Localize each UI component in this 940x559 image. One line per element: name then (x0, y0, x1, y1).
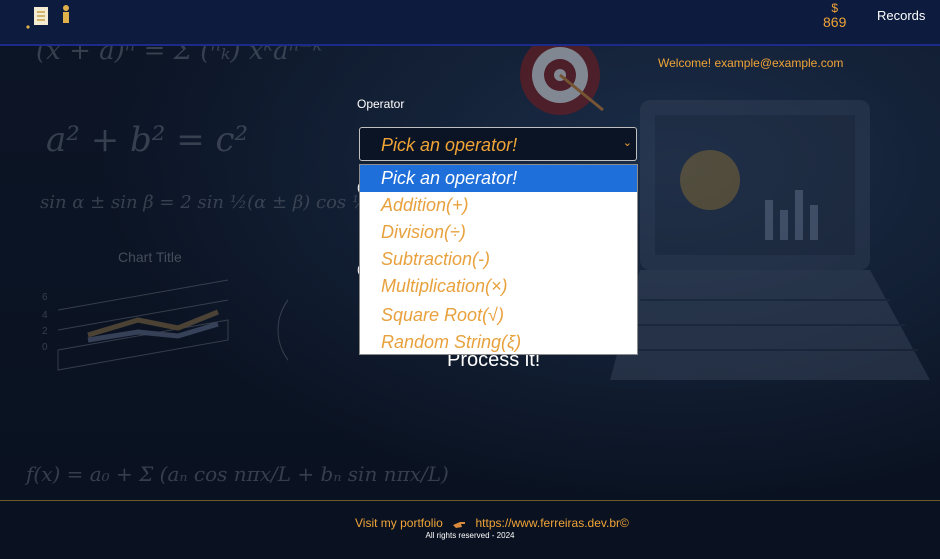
bg-fourier-formula: f(x) = a₀ + Σ (aₙ cos nπx/L + bₙ sin nπx… (26, 462, 449, 486)
operator-label: Operator (357, 97, 405, 111)
copyright-text: All rights reserved - 2024 (425, 531, 515, 540)
portfolio-label: Visit my portfolio (355, 516, 443, 530)
option-addition[interactable]: Addition(+) (360, 192, 637, 219)
app-logo-icon[interactable] (26, 2, 76, 30)
svg-text:6: 6 (42, 292, 48, 303)
bg-trig-formula: sin α ± sin β = 2 sin ½(α ± β) cos ½(α ∓ (40, 192, 410, 213)
operator-select[interactable]: Pick an operator! ⌄ (359, 127, 637, 161)
page-footer: Visit my portfolio https://www.ferreiras… (0, 500, 940, 559)
option-division[interactable]: Division(÷) (360, 219, 637, 246)
pointing-hand-icon (453, 521, 466, 528)
svg-text:4: 4 (42, 310, 48, 321)
records-link[interactable]: Records (877, 8, 925, 23)
option-random-string[interactable]: Random String(ξ) (360, 329, 637, 356)
svg-text:Chart Title: Chart Title (118, 249, 182, 265)
top-navbar: $ 869 Records (0, 0, 940, 46)
option-subtraction[interactable]: Subtraction(-) (360, 246, 637, 273)
coins-symbol: $ (831, 1, 839, 15)
option-pick-operator[interactable]: Pick an operator! (360, 165, 637, 192)
portfolio-line: Visit my portfolio https://www.ferreiras… (355, 516, 629, 530)
operator-select-value: Pick an operator! (381, 135, 518, 155)
operator-dropdown-list: Pick an operator! Addition(+) Division(÷… (359, 164, 638, 355)
bg-laptop-illustration (610, 100, 930, 380)
svg-text:2: 2 (42, 326, 48, 337)
coins-value: 869 (823, 14, 847, 30)
welcome-message: Welcome! example@example.com (658, 56, 844, 70)
option-square-root[interactable]: Square Root(√) (360, 300, 637, 329)
chevron-down-icon: ⌄ (622, 137, 632, 149)
coins-balance: $ 869 (823, 2, 846, 30)
bg-chart-illustration: Chart Title 6 4 2 0 (42, 249, 288, 371)
portfolio-link[interactable]: https://www.ferreiras.dev.br© (476, 516, 629, 530)
option-multiplication[interactable]: Multiplication(×) (360, 273, 637, 300)
bg-pythagoras-formula: a² + b² = c² (46, 120, 249, 160)
svg-text:0: 0 (42, 342, 48, 353)
